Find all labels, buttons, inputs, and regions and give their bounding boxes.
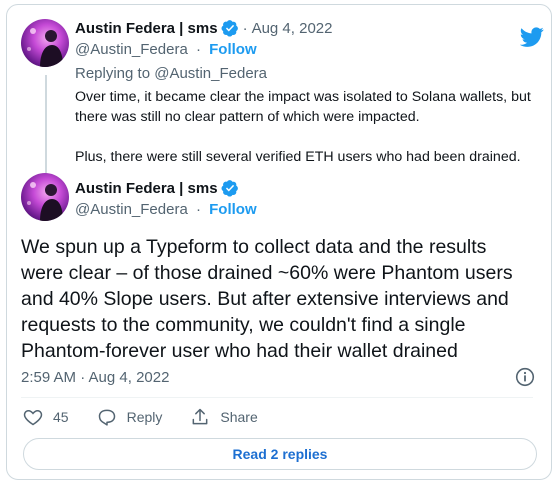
- reply-tweet-text: Over time, it became clear the impact wa…: [75, 87, 535, 167]
- tweet-card: Austin Federa | sms · Aug 4, 2022 @Austi…: [6, 4, 552, 480]
- replying-prefix: Replying to: [75, 65, 151, 82]
- avatar[interactable]: [21, 173, 69, 221]
- like-count: 45: [53, 409, 69, 425]
- replying-to-handle[interactable]: @Austin_Federa: [154, 65, 267, 82]
- follow-button[interactable]: Follow: [209, 201, 257, 218]
- author-handle[interactable]: @Austin_Federa: [75, 201, 188, 218]
- author-name[interactable]: Austin Federa | sms: [75, 180, 218, 197]
- follow-button[interactable]: Follow: [209, 41, 257, 58]
- separator-dot: ·: [195, 201, 201, 218]
- reply-bubble-icon: [98, 409, 115, 426]
- main-tweet-text: We spun up a Typeform to collect data an…: [21, 236, 513, 362]
- author-row: Austin Federa | sms · Aug 4, 2022: [75, 19, 332, 37]
- share-icon: [192, 408, 208, 425]
- share-button[interactable]: Share: [190, 407, 258, 427]
- reply-label: Reply: [126, 409, 163, 425]
- like-button[interactable]: 45: [23, 407, 69, 427]
- replying-to: Replying to @Austin_Federa: [75, 65, 267, 82]
- tweet-date[interactable]: Aug 4, 2022: [252, 20, 333, 37]
- twitter-bird-icon[interactable]: [520, 25, 544, 49]
- author-handle[interactable]: @Austin_Federa: [75, 41, 188, 58]
- share-label: Share: [220, 409, 258, 425]
- separator-dot: ·: [242, 19, 248, 37]
- tweet-paragraph: Over time, it became clear the impact wa…: [75, 89, 531, 125]
- handle-row: @Austin_Federa · Follow: [75, 201, 257, 218]
- verified-badge-icon: [221, 180, 238, 197]
- avatar[interactable]: [21, 19, 69, 67]
- action-bar: 45 Reply Share: [23, 407, 286, 427]
- tweet-paragraph: Plus, there were still several verified …: [75, 149, 521, 165]
- info-icon[interactable]: [515, 367, 535, 387]
- thread-connector: [45, 75, 47, 175]
- reply-button[interactable]: Reply: [97, 407, 163, 427]
- handle-row: @Austin_Federa · Follow: [75, 41, 257, 58]
- heart-icon: [23, 409, 43, 426]
- verified-badge-icon: [221, 20, 238, 37]
- tweet-timestamp[interactable]: 2:59 AM · Aug 4, 2022: [21, 369, 169, 386]
- author-row: Austin Federa | sms: [75, 179, 239, 197]
- divider: [21, 397, 533, 398]
- read-replies-button[interactable]: Read 2 replies: [23, 438, 537, 470]
- separator-dot: ·: [195, 41, 201, 58]
- author-name[interactable]: Austin Federa | sms: [75, 20, 218, 37]
